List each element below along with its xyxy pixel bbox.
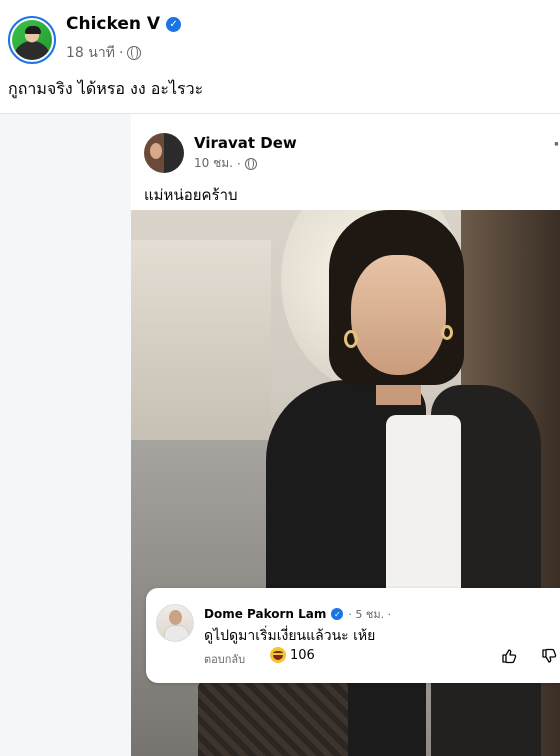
reaction-summary[interactable]: 106 <box>270 647 315 663</box>
outer-post-time[interactable]: 18 นาที <box>66 42 115 64</box>
more-options-icon[interactable]: · <box>553 134 560 155</box>
shared-post-time[interactable]: 10 ชม. <box>194 154 233 173</box>
thumbs-down-icon[interactable] <box>541 648 557 664</box>
outer-post-header: Chicken V ✓ 18 นาที · กูถามจริง ได้หรอ ง… <box>0 0 560 110</box>
comment-time[interactable]: · 5 ชม. · <box>348 605 391 623</box>
globe-icon[interactable] <box>244 157 257 170</box>
shared-post-text: แม่หน่อยคร้าบ <box>144 186 238 204</box>
outer-author-name-row: Chicken V ✓ <box>66 14 182 34</box>
outer-author-avatar[interactable] <box>8 16 56 64</box>
reaction-count: 106 <box>290 647 315 663</box>
commenter-name[interactable]: Dome Pakorn Lam <box>204 607 326 621</box>
comment-text: ดูไปดูมาเริ่มเงี่ยนแล้วนะ เห้ย <box>204 628 376 644</box>
outer-post-text: กูถามจริง ได้หรอ งง อะไรวะ <box>8 79 204 98</box>
shared-post-meta: 10 ชม. · <box>194 154 257 173</box>
outer-author-name[interactable]: Chicken V <box>66 14 160 34</box>
thumbs-up-icon[interactable] <box>501 648 517 664</box>
globe-icon[interactable] <box>127 46 142 60</box>
meta-separator: · <box>118 45 124 61</box>
shared-author-name[interactable]: Viravat Dew <box>194 134 297 152</box>
avatar-image <box>12 20 52 60</box>
comment-bubble: Dome Pakorn Lam ✓ · 5 ชม. · ดูไปดูมาเริ่… <box>146 588 560 683</box>
outer-post-meta: 18 นาที · <box>66 42 142 64</box>
verified-badge-icon: ✓ <box>331 608 344 620</box>
shared-author-avatar[interactable] <box>144 133 184 173</box>
reply-button[interactable]: ตอบกลับ <box>204 650 245 668</box>
commenter-name-row: Dome Pakorn Lam ✓ · 5 ชม. · <box>204 605 391 623</box>
laughing-emoji-icon <box>270 647 286 663</box>
meta-separator: · <box>236 156 241 171</box>
commenter-avatar[interactable] <box>156 604 194 642</box>
verified-badge-icon: ✓ <box>166 16 182 32</box>
